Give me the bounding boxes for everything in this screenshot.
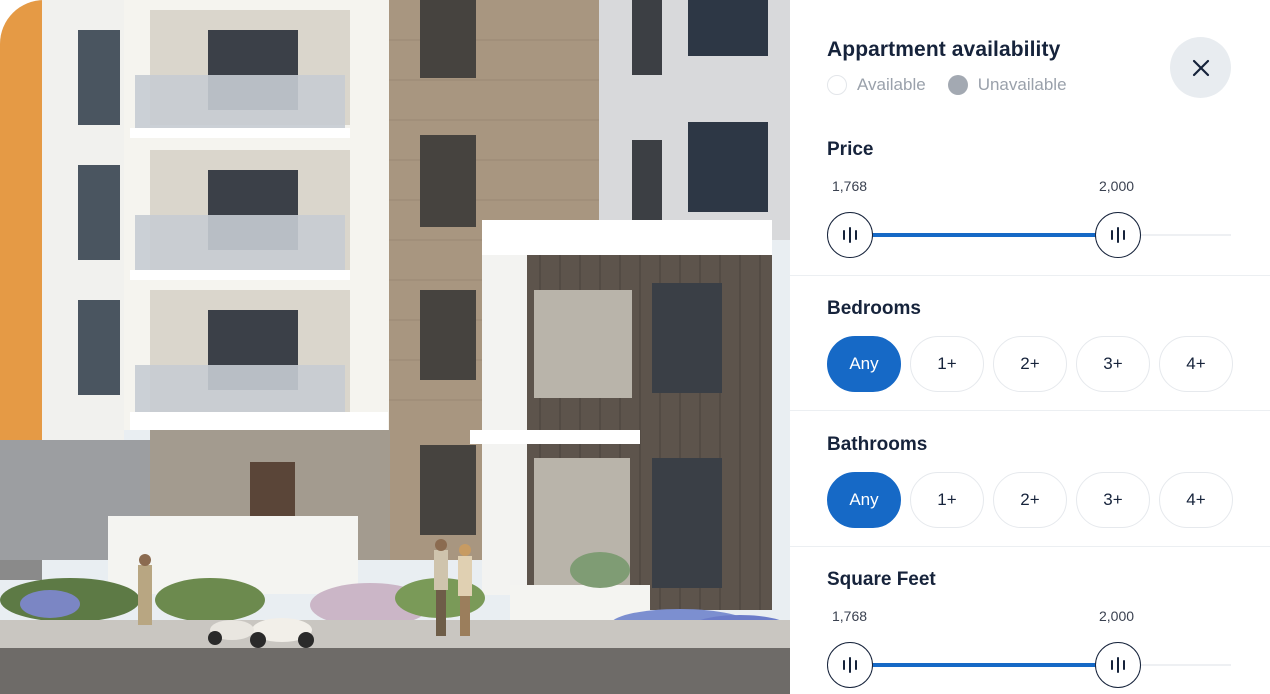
section-divider: [790, 410, 1270, 411]
grip-icon: [1109, 657, 1127, 673]
bedrooms-option-1-plus[interactable]: 1+: [910, 336, 984, 392]
legend-available-label: Available: [857, 75, 926, 94]
availability-legend: Available Unavailable: [827, 75, 1089, 95]
grip-icon: [841, 227, 859, 243]
bedrooms-option-4-plus[interactable]: 4+: [1159, 336, 1233, 392]
section-divider: [790, 546, 1270, 547]
section-divider: [790, 275, 1270, 276]
grip-icon: [1109, 227, 1127, 243]
square-feet-max-handle[interactable]: [1095, 642, 1141, 688]
legend-unavailable: Unavailable: [947, 75, 1067, 95]
available-dot-icon: [827, 75, 847, 95]
bedrooms-option-any[interactable]: Any: [827, 336, 901, 392]
square-feet-slider-fill: [850, 663, 1118, 667]
bathrooms-title: Bathrooms: [827, 434, 928, 455]
bedrooms-options: Any 1+ 2+ 3+ 4+: [827, 336, 1242, 392]
bathrooms-option-2-plus[interactable]: 2+: [993, 472, 1067, 528]
unavailable-dot-icon: [947, 75, 968, 95]
close-button[interactable]: [1170, 37, 1231, 98]
price-slider-fill: [850, 233, 1118, 237]
legend-unavailable-label: Unavailable: [977, 75, 1067, 94]
bathrooms-option-any[interactable]: Any: [827, 472, 901, 528]
close-icon: [1192, 59, 1209, 76]
bathrooms-option-4-plus[interactable]: 4+: [1159, 472, 1233, 528]
bathrooms-option-1-plus[interactable]: 1+: [910, 472, 984, 528]
square-feet-min-label: 1,768: [832, 608, 868, 624]
bathrooms-options: Any 1+ 2+ 3+ 4+: [827, 472, 1242, 528]
building-illustration: [0, 0, 790, 694]
price-title: Price: [827, 139, 874, 160]
square-feet-min-handle[interactable]: [827, 642, 873, 688]
square-feet-max-label: 2,000: [1099, 608, 1135, 624]
bedrooms-title: Bedrooms: [827, 298, 921, 319]
square-feet-title: Square Feet: [827, 569, 936, 590]
price-min-label: 1,768: [832, 178, 868, 194]
price-max-handle[interactable]: [1095, 212, 1141, 258]
bedrooms-option-3-plus[interactable]: 3+: [1076, 336, 1150, 392]
building-photo: [0, 0, 790, 694]
legend-available: Available: [827, 75, 926, 95]
filter-panel: Appartment availability Available Unavai…: [790, 0, 1270, 694]
bathrooms-option-3-plus[interactable]: 3+: [1076, 472, 1150, 528]
panel-title: Appartment availability: [827, 38, 1061, 61]
grip-icon: [841, 657, 859, 673]
price-min-handle[interactable]: [827, 212, 873, 258]
bedrooms-option-2-plus[interactable]: 2+: [993, 336, 1067, 392]
price-max-label: 2,000: [1099, 178, 1135, 194]
